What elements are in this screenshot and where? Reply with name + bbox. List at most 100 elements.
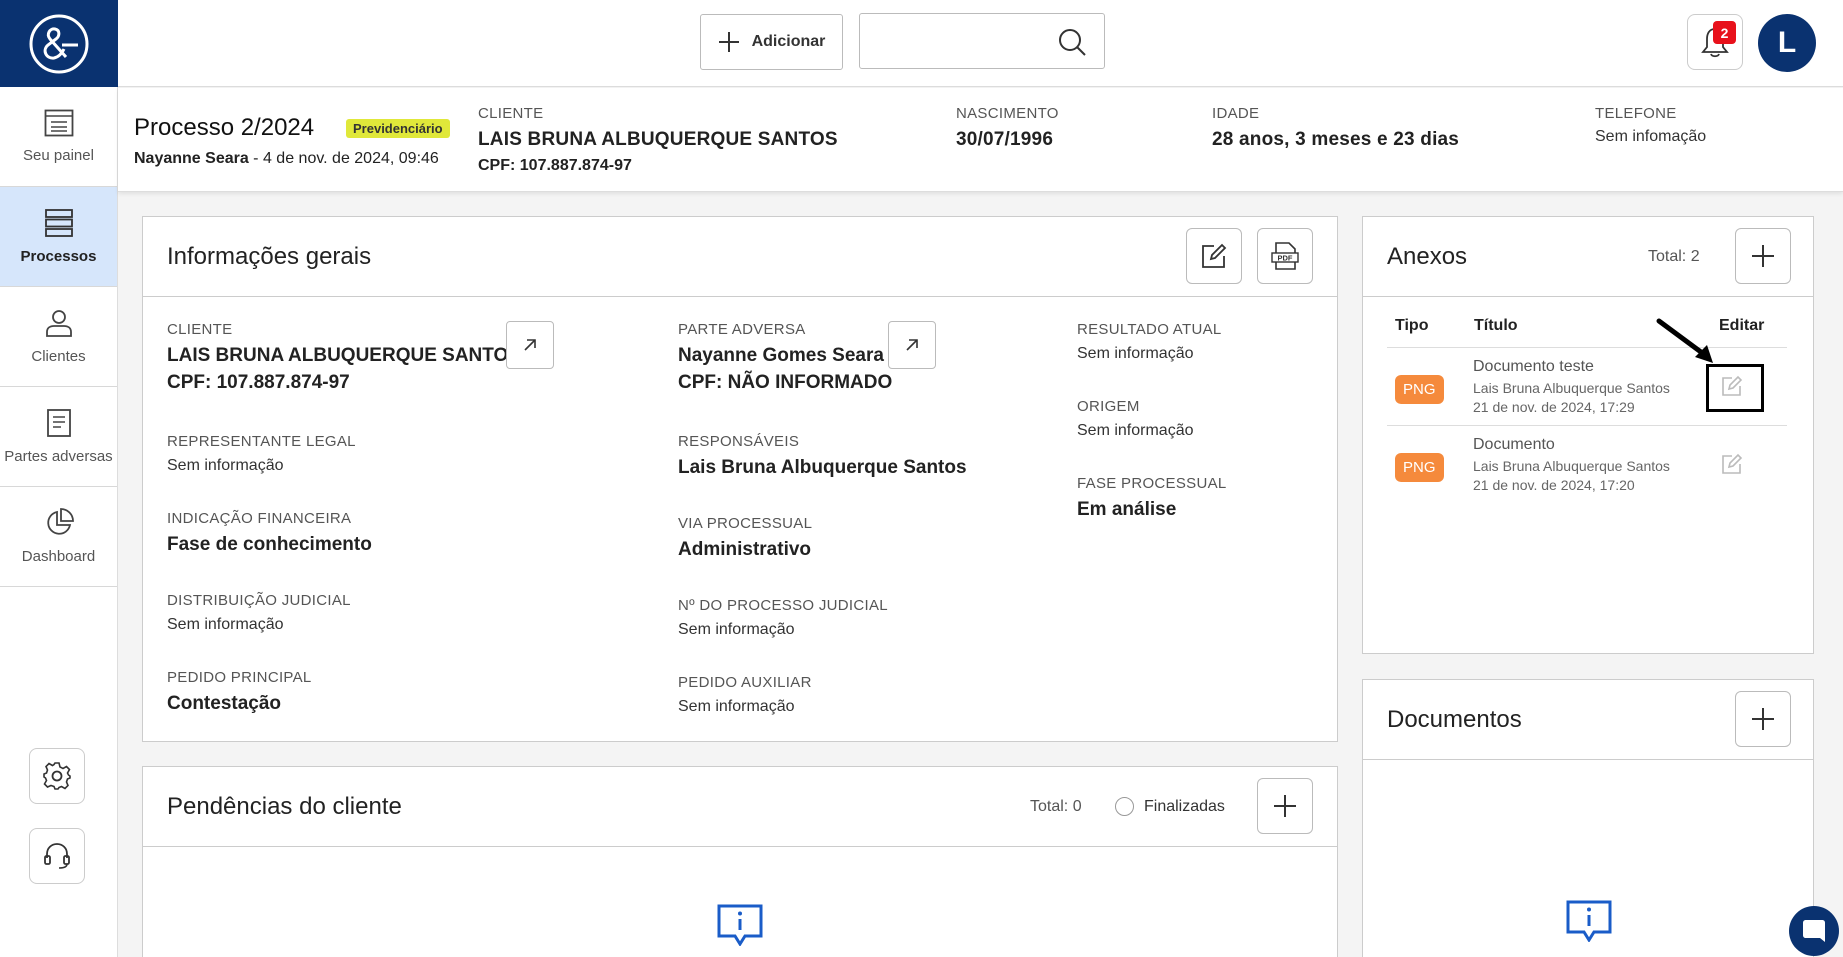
- plus-icon: [1752, 245, 1774, 267]
- document-icon: [46, 409, 71, 437]
- sidebar-item-processos[interactable]: Processos: [0, 187, 117, 287]
- search-input[interactable]: [872, 14, 1062, 66]
- process-author: Nayanne Seara: [134, 150, 249, 167]
- pendencias-card: Pendências do cliente Total: 0 Finalizad…: [142, 766, 1338, 957]
- pendencias-header: Pendências do cliente Total: 0 Finalizad…: [143, 767, 1337, 847]
- header-telefone-value: Sem infomação: [1595, 128, 1707, 145]
- field-parte-label: PARTE ADVERSA: [678, 321, 806, 338]
- field-origem-value: Sem informação: [1077, 422, 1194, 439]
- svg-text:PDF: PDF: [1278, 254, 1293, 263]
- finalizadas-radio[interactable]: [1115, 797, 1134, 816]
- header-cliente-cpf: CPF: 107.887.874-97: [478, 157, 632, 174]
- field-cliente: CLIENTE LAIS BRUNA ALBUQUERQUE SANTOS CP…: [167, 321, 521, 394]
- field-cliente-name: LAIS BRUNA ALBUQUERQUE SANTOS: [167, 345, 521, 366]
- logo[interactable]: [0, 0, 118, 87]
- info-message-icon: [717, 904, 763, 946]
- process-date: - 4 de nov. de 2024, 09:46: [248, 150, 439, 167]
- sidebar-item-clientes[interactable]: Clientes: [0, 287, 117, 387]
- field-parte-cpf: CPF: NÃO INFORMADO: [678, 372, 893, 393]
- field-distribuicao-label: DISTRIBUIÇÃO JUDICIAL: [167, 592, 351, 609]
- field-indicacao: INDICAÇÃO FINANCEIRA Fase de conheciment…: [167, 510, 372, 556]
- search-box[interactable]: [859, 13, 1105, 69]
- field-parte-adversa: PARTE ADVERSA Nayanne Gomes Seara CPF: N…: [678, 321, 892, 394]
- highlight-box: [1706, 364, 1764, 412]
- sidebar-item-label: Seu painel: [23, 147, 94, 164]
- open-parte-adversa-button[interactable]: [888, 321, 936, 369]
- chat-bubble-icon: [1803, 920, 1825, 942]
- header-idade: IDADE 28 anos, 3 meses e 23 dias: [1212, 105, 1459, 151]
- col-titulo: Título: [1474, 317, 1518, 334]
- plus-icon: [1752, 708, 1774, 730]
- field-num-label: Nº DO PROCESSO JUDICIAL: [678, 597, 888, 614]
- general-info-header: Informações gerais PDF: [143, 217, 1337, 297]
- export-pdf-button[interactable]: PDF: [1257, 228, 1313, 284]
- edit-process-button[interactable]: [1186, 228, 1242, 284]
- sidebar-item-partes-adversas[interactable]: Partes adversas: [0, 387, 117, 487]
- headset-icon: [44, 843, 70, 869]
- anexos-header: Anexos Total: 2: [1363, 217, 1813, 297]
- settings-button[interactable]: [29, 748, 85, 804]
- col-editar: Editar: [1719, 317, 1765, 334]
- sidebar-item-label: Dashboard: [21, 548, 96, 565]
- anexos-title: Anexos: [1387, 243, 1468, 270]
- avatar[interactable]: L: [1758, 14, 1816, 72]
- open-cliente-button[interactable]: [506, 321, 554, 369]
- field-origem: ORIGEM Sem informação: [1077, 398, 1194, 440]
- stack-icon: [44, 209, 73, 237]
- file-type-tag: PNG: [1395, 375, 1444, 404]
- header-cliente: CLIENTE LAIS BRUNA ALBUQUERQUE SANTOS CP…: [478, 105, 838, 175]
- field-responsaveis-label: RESPONSÁVEIS: [678, 433, 800, 450]
- chat-button[interactable]: [1789, 906, 1839, 956]
- field-origem-label: ORIGEM: [1077, 398, 1140, 415]
- add-button[interactable]: Adicionar: [700, 14, 843, 70]
- field-responsaveis-value: Lais Bruna Albuquerque Santos: [678, 457, 967, 478]
- dashboard-list-icon: [44, 109, 73, 137]
- plus-icon: [1274, 795, 1296, 817]
- search-icon[interactable]: [1058, 28, 1086, 56]
- header-idade-label: IDADE: [1212, 105, 1260, 122]
- add-pendencia-button[interactable]: [1257, 778, 1313, 834]
- add-documento-button[interactable]: [1735, 691, 1791, 747]
- table-row[interactable]: PNG Documento Lais Bruna Albuquerque San…: [1387, 425, 1787, 503]
- field-pedido-principal: PEDIDO PRINCIPAL Contestação: [167, 669, 312, 715]
- header-cliente-name: LAIS BRUNA ALBUQUERQUE SANTOS: [478, 129, 838, 150]
- general-info-card: Informações gerais PDF CLIENTE LAIS BRUN…: [142, 216, 1338, 742]
- field-indicacao-value: Fase de conhecimento: [167, 534, 372, 555]
- gear-icon: [43, 762, 71, 790]
- field-distribuicao-value: Sem informação: [167, 616, 284, 633]
- pendencias-title: Pendências do cliente: [167, 793, 402, 820]
- header-telefone: TELEFONE Sem infomação: [1595, 105, 1706, 146]
- sidebar-item-label: Clientes: [31, 348, 86, 365]
- process-type-badge: Previdenciário: [346, 119, 450, 138]
- documentos-title: Documentos: [1387, 706, 1522, 733]
- edit-icon[interactable]: [1720, 452, 1744, 476]
- anexo-date: 21 de nov. de 2024, 17:29: [1473, 399, 1635, 415]
- field-cliente-label: CLIENTE: [167, 321, 233, 338]
- sidebar-item-seu-painel[interactable]: Seu painel: [0, 87, 117, 187]
- col-tipo: Tipo: [1395, 317, 1429, 334]
- documentos-card: Documentos: [1362, 679, 1814, 957]
- field-resultado-value: Sem informação: [1077, 345, 1194, 362]
- field-fase-value: Em análise: [1077, 499, 1177, 520]
- person-icon: [45, 310, 72, 337]
- header-nascimento-label: NASCIMENTO: [956, 105, 1059, 122]
- finalizadas-toggle[interactable]: Finalizadas: [1115, 797, 1225, 816]
- header-cliente-label: CLIENTE: [478, 105, 544, 122]
- field-resultado-label: RESULTADO ATUAL: [1077, 321, 1222, 338]
- anexo-title: Documento teste: [1473, 358, 1594, 375]
- anexo-author: Lais Bruna Albuquerque Santos: [1473, 380, 1670, 396]
- support-button[interactable]: [29, 828, 85, 884]
- field-parte-name: Nayanne Gomes Seara: [678, 345, 884, 366]
- file-type-tag: PNG: [1395, 453, 1444, 482]
- top-bar: Adicionar 2 L: [118, 0, 1843, 87]
- finalizadas-label: Finalizadas: [1144, 797, 1225, 815]
- sidebar-item-label: Processos: [20, 248, 97, 265]
- field-fase-label: FASE PROCESSUAL: [1077, 475, 1227, 492]
- sidebar-item-dashboard[interactable]: Dashboard: [0, 487, 117, 587]
- field-distribuicao: DISTRIBUIÇÃO JUDICIAL Sem informação: [167, 592, 351, 634]
- header-telefone-label: TELEFONE: [1595, 105, 1677, 122]
- add-anexo-button[interactable]: [1735, 228, 1791, 284]
- field-resultado: RESULTADO ATUAL Sem informação: [1077, 321, 1222, 363]
- general-info-title: Informações gerais: [167, 243, 372, 270]
- pie-chart-icon: [46, 508, 74, 535]
